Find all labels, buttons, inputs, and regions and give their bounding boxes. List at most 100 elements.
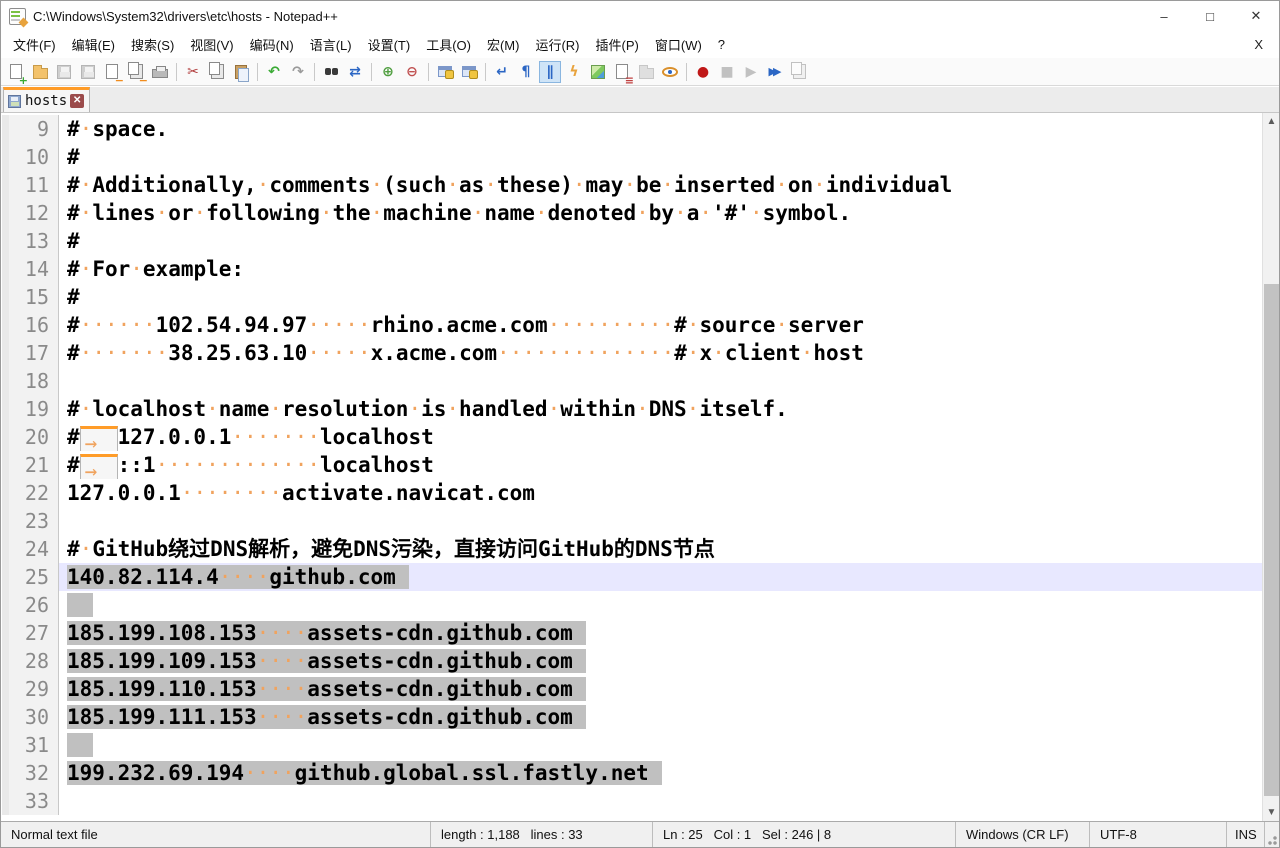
cut-icon[interactable]: ✂	[182, 61, 204, 83]
editor-line[interactable]: 27185.199.108.153····assets-cdn.github.c…	[2, 619, 1262, 647]
minimize-button[interactable]: –	[1141, 1, 1187, 31]
editor-line[interactable]: 12#·lines·or·following·the·machine·name·…	[2, 199, 1262, 227]
close-button[interactable]: ✕	[1233, 1, 1279, 31]
macro-run-multiple-icon[interactable]: ▶▶	[764, 61, 786, 83]
save-all-icon[interactable]	[77, 61, 99, 83]
find-icon[interactable]	[320, 61, 342, 83]
editor-line[interactable]: 23	[2, 507, 1262, 535]
tab-label: hosts	[25, 93, 67, 109]
status-eol-format[interactable]: Windows (CR LF)	[956, 822, 1090, 847]
line-text: 185.199.109.153····assets-cdn.github.com	[59, 647, 1262, 675]
editor-line[interactable]: 10#	[2, 143, 1262, 171]
editor-line[interactable]: 13#	[2, 227, 1262, 255]
editor-pane[interactable]: 9#·space.10#11#·Additionally,·comments·(…	[2, 113, 1279, 821]
editor-line[interactable]: 15#	[2, 283, 1262, 311]
document-list-icon[interactable]: ≡	[611, 61, 633, 83]
editor-line[interactable]: 31	[2, 731, 1262, 759]
line-number: 12	[2, 199, 59, 227]
zoom-in-icon[interactable]: ⊕	[377, 61, 399, 83]
editor-line[interactable]: 14#·For·example:	[2, 255, 1262, 283]
line-number: 10	[2, 143, 59, 171]
status-encoding[interactable]: UTF-8	[1090, 822, 1227, 847]
line-number: 17	[2, 339, 59, 367]
save-file-icon[interactable]	[53, 61, 75, 83]
editor-line[interactable]: 21#→::1·············localhost	[2, 451, 1262, 479]
tab-hosts[interactable]: hosts ✕	[3, 87, 90, 112]
menu-item[interactable]: 编码(N)	[242, 31, 302, 58]
macro-record-icon[interactable]: ●	[692, 61, 714, 83]
macro-stop-icon[interactable]: ■	[716, 61, 738, 83]
menu-item[interactable]: 文件(F)	[5, 31, 64, 58]
folder-as-workspace-icon[interactable]	[635, 61, 657, 83]
status-cursor-position[interactable]: Ln : 25 Col : 1 Sel : 246 | 8	[653, 822, 956, 847]
menu-item[interactable]: 插件(P)	[588, 31, 647, 58]
editor-line[interactable]: 25140.82.114.4····github.com	[2, 563, 1262, 591]
macro-save-icon[interactable]	[788, 61, 810, 83]
sync-horizontal-scroll-icon[interactable]	[458, 61, 480, 83]
menu-item[interactable]: 视图(V)	[182, 31, 241, 58]
editor-line[interactable]: 9#·space.	[2, 115, 1262, 143]
editor-line[interactable]: 22127.0.0.1········activate.navicat.com	[2, 479, 1262, 507]
selection-highlight: 140.82.114.4····github.com	[67, 565, 409, 589]
macro-play-icon[interactable]: ▶	[740, 61, 762, 83]
editor-line[interactable]: 18	[2, 367, 1262, 395]
selection-highlight: 199.232.69.194····github.global.ssl.fast…	[67, 761, 662, 785]
editor-line[interactable]: 11#·Additionally,·comments·(such·as·thes…	[2, 171, 1262, 199]
close-file-icon[interactable]: −	[101, 61, 123, 83]
window-title: C:\Windows\System32\drivers\etc\hosts - …	[33, 9, 338, 24]
editor-line[interactable]: 24#·GitHub绕过DNS解析，避免DNS污染，直接访问GitHub的DNS…	[2, 535, 1262, 563]
menu-item[interactable]: 编辑(E)	[64, 31, 123, 58]
menu-item[interactable]: 运行(R)	[527, 31, 587, 58]
document-map-icon[interactable]	[587, 61, 609, 83]
line-text: #→::1·············localhost	[59, 451, 1262, 479]
menu-item[interactable]: 搜索(S)	[123, 31, 182, 58]
editor-lines: 9#·space.10#11#·Additionally,·comments·(…	[2, 115, 1262, 815]
menubar-close-icon[interactable]: X	[1248, 35, 1269, 54]
undo-icon[interactable]: ↶	[263, 61, 285, 83]
resize-grip[interactable]	[1265, 822, 1279, 847]
scroll-up-icon[interactable]: ▲	[1263, 113, 1279, 130]
toolbar-separator	[428, 63, 429, 81]
menu-item[interactable]: 工具(O)	[418, 31, 479, 58]
define-language-icon[interactable]: ϟ	[563, 61, 585, 83]
vertical-scrollbar[interactable]: ▲ ▼	[1262, 113, 1279, 821]
editor-line[interactable]: 28185.199.109.153····assets-cdn.github.c…	[2, 647, 1262, 675]
line-text: 185.199.110.153····assets-cdn.github.com	[59, 675, 1262, 703]
maximize-button[interactable]: □	[1187, 1, 1233, 31]
tab-close-icon[interactable]: ✕	[70, 94, 84, 108]
editor-line[interactable]: 17#·······38.25.63.10·····x.acme.com····…	[2, 339, 1262, 367]
menu-item[interactable]: 设置(T)	[360, 31, 419, 58]
editor-line[interactable]: 29185.199.110.153····assets-cdn.github.c…	[2, 675, 1262, 703]
paste-icon[interactable]	[230, 61, 252, 83]
editor-line[interactable]: 20#→127.0.0.1·······localhost	[2, 423, 1262, 451]
editor-line[interactable]: 30185.199.111.153····assets-cdn.github.c…	[2, 703, 1262, 731]
editor-line[interactable]: 26	[2, 591, 1262, 619]
menu-item[interactable]: 窗口(W)	[647, 31, 710, 58]
redo-icon[interactable]: ↷	[287, 61, 309, 83]
editor-line[interactable]: 33	[2, 787, 1262, 815]
line-text	[59, 731, 1262, 759]
print-icon[interactable]	[149, 61, 171, 83]
scrollbar-thumb[interactable]	[1264, 284, 1279, 796]
status-insert-mode[interactable]: INS	[1227, 822, 1265, 847]
close-all-icon[interactable]: −	[125, 61, 147, 83]
line-number: 23	[2, 507, 59, 535]
sync-vertical-scroll-icon[interactable]	[434, 61, 456, 83]
word-wrap-icon[interactable]: ↵	[491, 61, 513, 83]
editor-line[interactable]: 32199.232.69.194····github.global.ssl.fa…	[2, 759, 1262, 787]
show-indent-guide-icon[interactable]: ∥	[539, 61, 561, 83]
copy-icon[interactable]	[206, 61, 228, 83]
monitoring-eye-icon[interactable]	[659, 61, 681, 83]
menu-item[interactable]: 语言(L)	[302, 31, 360, 58]
open-file-icon[interactable]	[29, 61, 51, 83]
menu-item[interactable]: 宏(M)	[479, 31, 528, 58]
new-file-icon[interactable]: +	[5, 61, 27, 83]
scroll-down-icon[interactable]: ▼	[1263, 804, 1279, 821]
menu-item-help[interactable]: ?	[710, 33, 733, 56]
replace-icon[interactable]: ⇄	[344, 61, 366, 83]
show-all-characters-icon[interactable]: ¶	[515, 61, 537, 83]
zoom-out-icon[interactable]: ⊖	[401, 61, 423, 83]
editor-line[interactable]: 16#······102.54.94.97·····rhino.acme.com…	[2, 311, 1262, 339]
editor-line[interactable]: 19#·localhost·name·resolution·is·handled…	[2, 395, 1262, 423]
toolbar-separator	[257, 63, 258, 81]
